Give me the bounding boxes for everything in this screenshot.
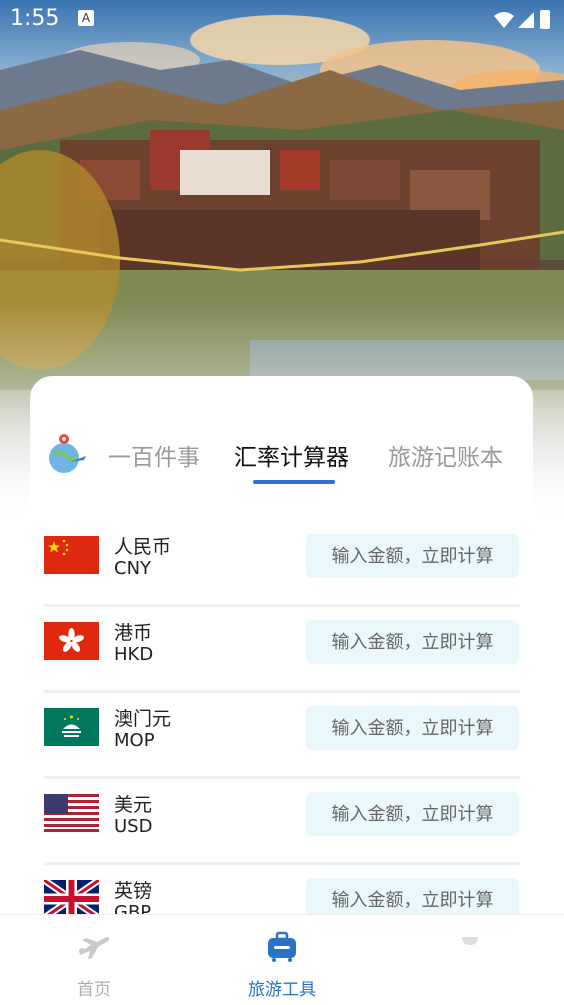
bottom-navigation: 首页 旅游工具: [0, 914, 564, 1005]
travel-globe-icon: [49, 434, 86, 473]
tab-hundred-things[interactable]: 一百件事: [108, 438, 200, 472]
notification-icon: A: [78, 10, 94, 26]
status-icons: [494, 10, 550, 29]
amount-input-usd[interactable]: [306, 792, 519, 836]
tab-travel-ledger[interactable]: 旅游记账本: [388, 438, 503, 472]
currency-code: HKD: [114, 644, 154, 665]
status-time: 1:55: [10, 6, 60, 31]
amount-input-mop[interactable]: [306, 706, 519, 750]
currency-name: 人民币: [114, 536, 172, 558]
currency-name: 英镑: [114, 880, 153, 902]
amount-input-cny[interactable]: [306, 534, 519, 578]
currency-row-usd: 美元 USD: [44, 778, 520, 865]
currency-code: MOP: [114, 730, 155, 751]
active-tab-indicator: [253, 480, 335, 484]
hong-kong-flag-icon: [44, 622, 99, 660]
battery-icon: [540, 10, 550, 29]
currency-row-cny: 人民币 CNY: [44, 520, 520, 607]
third-tab-icon: [462, 937, 478, 945]
nav-travel-tools[interactable]: 旅游工具: [188, 915, 376, 1005]
suitcase-icon: [268, 931, 296, 962]
currency-code: CNY: [114, 558, 152, 579]
signal-icon: [518, 12, 534, 28]
uk-flag-icon: [44, 880, 99, 918]
currency-name: 港币: [114, 622, 153, 644]
tab-exchange-calculator[interactable]: 汇率计算器: [234, 438, 349, 472]
nav-home-label: 首页: [77, 980, 111, 1000]
nav-travel-tools-label: 旅游工具: [248, 980, 316, 1000]
us-flag-icon: [44, 794, 99, 832]
currency-name: 澳门元: [114, 708, 172, 730]
airplane-icon: [79, 937, 110, 959]
currency-row-mop: 澳门元 MOP: [44, 692, 520, 779]
wifi-icon: [494, 12, 514, 28]
nav-third-tab[interactable]: [376, 915, 564, 1005]
amount-input-hkd[interactable]: [306, 620, 519, 664]
macau-flag-icon: [44, 708, 99, 746]
status-bar: 1:55 A: [0, 0, 564, 40]
currency-code: USD: [114, 816, 153, 837]
tab-bar: 一百件事 汇率计算器 旅游记账本: [30, 428, 533, 488]
currency-name: 美元: [114, 794, 153, 816]
china-flag-icon: [44, 536, 99, 574]
nav-home[interactable]: 首页: [0, 915, 188, 1005]
currency-row-hkd: 港币 HKD: [44, 606, 520, 693]
